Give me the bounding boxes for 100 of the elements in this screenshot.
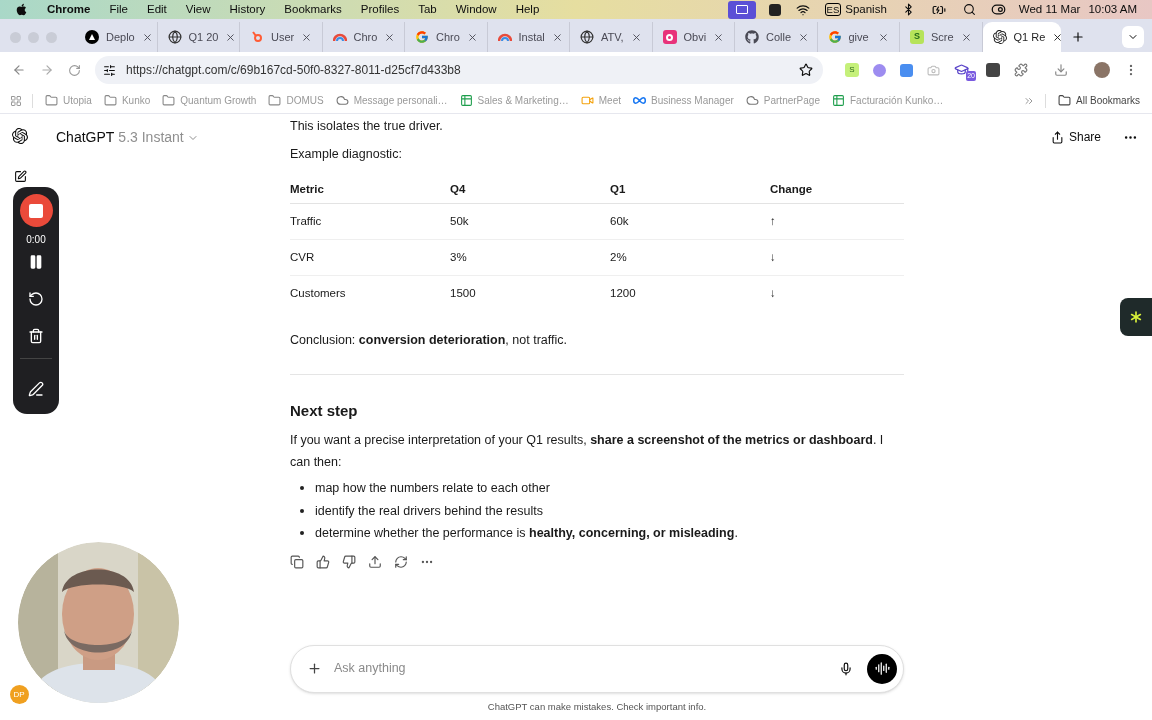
table-cell-text: ↓ — [770, 249, 777, 265]
table-cell-text: 2% — [610, 249, 628, 265]
menu-item[interactable]: File — [109, 0, 128, 19]
table-cell-text: 50k — [450, 213, 470, 229]
menu-item[interactable]: View — [185, 0, 211, 19]
restart-icon[interactable] — [28, 291, 44, 307]
control-center-icon[interactable] — [990, 2, 1006, 17]
all-bookmarks-item[interactable]: All Bookmarks — [1058, 93, 1140, 108]
close-icon[interactable] — [960, 31, 972, 43]
download-icon[interactable] — [1054, 63, 1068, 77]
table-cell-text: 60k — [610, 213, 630, 229]
share-icon — [1050, 130, 1064, 144]
sheet-icon — [831, 94, 845, 107]
menu-item[interactable]: Help — [515, 0, 540, 19]
menu-date[interactable]: Wed 11 Mar — [1018, 0, 1081, 19]
bullet-icon — [300, 508, 304, 513]
new-tab-icon[interactable] — [1070, 30, 1085, 44]
menu-item[interactable]: Bookmarks — [284, 0, 342, 19]
menu-item[interactable]: Window — [455, 0, 497, 19]
menu-item[interactable]: History — [229, 0, 266, 19]
tab-title: User — [271, 29, 295, 45]
square-extension-icon[interactable] — [900, 63, 913, 77]
menu-time[interactable]: 10:03 AM — [1088, 0, 1137, 19]
apple-icon[interactable] — [15, 3, 28, 16]
tab-title: Scre — [931, 29, 954, 45]
folder-icon — [162, 94, 176, 107]
copy-icon[interactable] — [290, 554, 304, 569]
browser-tab[interactable]: Q1 Re — [982, 22, 1061, 52]
menu-item[interactable]: Edit — [147, 0, 167, 19]
tab-title: Chro — [353, 29, 378, 45]
tab-title: Instal — [518, 29, 545, 45]
extension-letter-icon[interactable]: S — [845, 63, 859, 77]
tab-search-button[interactable] — [1122, 26, 1144, 48]
google-icon — [415, 30, 429, 44]
disclaimer-text: ChatGPT can make mistakes. Check important info. — [486, 699, 708, 714]
bullet-icon — [300, 531, 304, 536]
input-source-label[interactable]: Spanish — [845, 0, 887, 19]
circle-extension-icon[interactable] — [873, 63, 886, 77]
message-text: If you want a precise interpretation of your Q1 results, share a screenshot of the metrics or dashboard. I can then: — [290, 432, 885, 471]
close-icon[interactable] — [225, 31, 237, 43]
close-icon[interactable] — [713, 31, 725, 43]
folder-icon — [268, 94, 282, 107]
stop-recording-button[interactable] — [19, 194, 53, 227]
openai-logo-icon[interactable] — [12, 128, 28, 144]
new-chat-icon[interactable] — [13, 170, 27, 183]
back-icon[interactable] — [12, 63, 26, 77]
composer-field[interactable]: Ask anything — [290, 644, 904, 693]
search-icon[interactable] — [962, 3, 976, 16]
apps-icon[interactable] — [10, 94, 22, 107]
profile-avatar[interactable] — [1094, 62, 1110, 78]
bookmark-star-icon[interactable] — [799, 63, 813, 77]
folder-icon — [103, 94, 117, 107]
close-icon[interactable] — [141, 31, 153, 43]
close-icon[interactable] — [630, 31, 642, 43]
delete-icon[interactable] — [28, 328, 44, 344]
reload-icon[interactable] — [68, 63, 81, 77]
pause-icon[interactable] — [28, 254, 44, 270]
regenerate-icon[interactable] — [394, 554, 408, 569]
table-cell-text: Traffic — [290, 213, 323, 229]
floating-extension-button[interactable] — [1120, 298, 1152, 336]
menu-item[interactable]: Profiles — [360, 0, 400, 19]
record-icon[interactable] — [768, 3, 781, 16]
share-icon[interactable] — [368, 554, 382, 569]
menu-item[interactable]: Tab — [418, 0, 437, 19]
bullet-text: identify the real drivers behind the results — [315, 502, 543, 520]
thumbs-up-icon[interactable] — [316, 554, 330, 569]
column-header: Q1 — [610, 181, 627, 197]
message-text: Example diagnostic: — [290, 146, 403, 163]
app-menu[interactable]: Chrome — [47, 0, 91, 19]
close-icon[interactable] — [798, 31, 810, 43]
share-button[interactable]: Share — [1050, 128, 1101, 146]
microphone-icon[interactable] — [839, 661, 853, 676]
screen-share-icon[interactable] — [727, 0, 756, 19]
wifi-icon[interactable] — [795, 2, 810, 17]
close-icon[interactable] — [1052, 31, 1064, 43]
thumbs-down-icon[interactable] — [342, 554, 356, 569]
google-icon — [827, 30, 842, 44]
url-text: https://chatgpt.com/c/69b167cd-50f0-8327-8011-d25cf7d433b8 — [126, 62, 462, 79]
close-icon[interactable] — [551, 31, 563, 43]
app-title[interactable]: ChatGPT — [56, 127, 115, 148]
close-icon[interactable] — [878, 31, 889, 43]
folder-icon — [1058, 94, 1072, 107]
close-icon[interactable] — [384, 31, 396, 43]
message-input[interactable]: Ask anything — [334, 659, 839, 679]
video-icon — [580, 94, 594, 107]
close-icon[interactable] — [466, 31, 478, 43]
extensions-icon[interactable] — [1014, 63, 1028, 77]
input-source-badge[interactable]: ES — [824, 3, 842, 16]
tab-title: Colle — [766, 29, 792, 45]
openai-icon — [992, 30, 1007, 44]
draw-icon[interactable] — [28, 381, 44, 397]
bullet-icon — [300, 486, 304, 491]
infinity-icon — [633, 94, 646, 107]
site-settings-icon[interactable] — [103, 63, 116, 77]
close-icon[interactable] — [301, 31, 313, 43]
voice-button[interactable] — [867, 653, 897, 684]
add-icon[interactable] — [307, 661, 322, 677]
address-bar[interactable]: https://chatgpt.com/c/69b167cd-50f0-8327-8011-d25cf7d433b8 — [95, 56, 823, 84]
sheet-icon — [459, 94, 473, 107]
section-heading: Next step — [290, 401, 359, 421]
